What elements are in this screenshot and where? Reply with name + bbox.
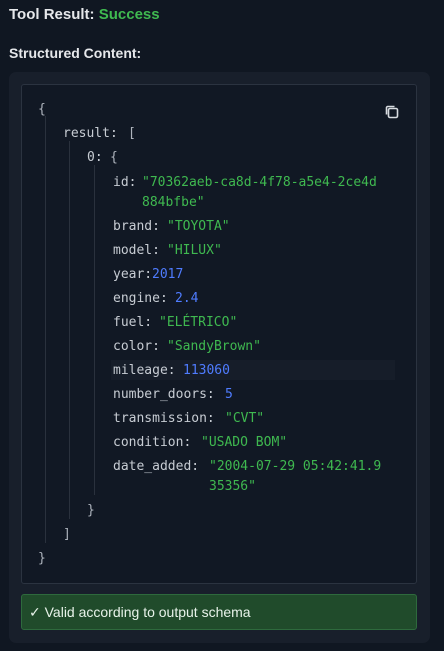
item-index: 0: (87, 150, 103, 165)
date-added-key: date_added: (113, 459, 200, 474)
result-key: result: (63, 126, 118, 141)
result-close-bracket: ] (63, 527, 71, 542)
json-close-brace: } (38, 551, 46, 566)
tool-result-view: Tool Result: Success Structured Content:… (0, 0, 444, 651)
id-key: id: (113, 175, 137, 190)
condition-key: condition: (113, 435, 192, 450)
item-open-brace: { (110, 150, 118, 165)
number-doors-key: number_doors: (113, 387, 215, 402)
indent-guide-result (69, 141, 70, 519)
copy-icon (385, 105, 399, 119)
item-close-brace: } (87, 503, 95, 518)
year-value: 2017 (152, 267, 184, 282)
indent-guide-item (94, 165, 95, 495)
title-prefix: Tool Result: (9, 6, 95, 23)
engine-value: 2.4 (175, 291, 199, 306)
number-doors-value: 5 (225, 387, 233, 402)
date-added-value-line1: "2004-07-29 05:42:41.9 (209, 459, 382, 474)
date-added-value-line2: 35356" (209, 479, 256, 494)
transmission-value: "CVT" (225, 411, 265, 426)
transmission-key: transmission: (113, 411, 215, 426)
engine-key: engine: (113, 291, 168, 306)
copy-button[interactable] (383, 103, 401, 121)
schema-validation-banner: ✓ Valid according to output schema (21, 594, 417, 630)
brand-key: brand: (113, 219, 160, 234)
color-key: color: (113, 339, 160, 354)
tool-result-title: Tool Result: Success (9, 6, 160, 23)
brand-value: "TOYOTA" (167, 219, 230, 234)
fuel-key: fuel: (113, 315, 153, 330)
result-open-bracket: [ (128, 126, 136, 141)
mileage-key: mileage: (113, 363, 176, 378)
condition-value: "USADO BOM" (201, 435, 288, 450)
color-value: "SandyBrown" (167, 339, 261, 354)
id-value-line2: 884bfbe" (142, 195, 205, 210)
fuel-value: "ELÉTRICO" (159, 315, 238, 330)
year-key: year: (113, 267, 153, 282)
structured-content-label: Structured Content: (9, 45, 142, 61)
status-label: Success (98, 6, 160, 23)
mileage-value: 113060 (183, 363, 230, 378)
id-value-line1: "70362aeb-ca8d-4f78-a5e4-2ce4d (142, 175, 377, 190)
model-value: "HILUX" (167, 243, 222, 258)
model-key: model: (113, 243, 160, 258)
json-viewer: { result: [ 0: { id: "70362aeb-ca8d-4f78… (21, 84, 417, 584)
indent-guide-root (45, 116, 46, 543)
json-open-brace: { (38, 102, 46, 117)
